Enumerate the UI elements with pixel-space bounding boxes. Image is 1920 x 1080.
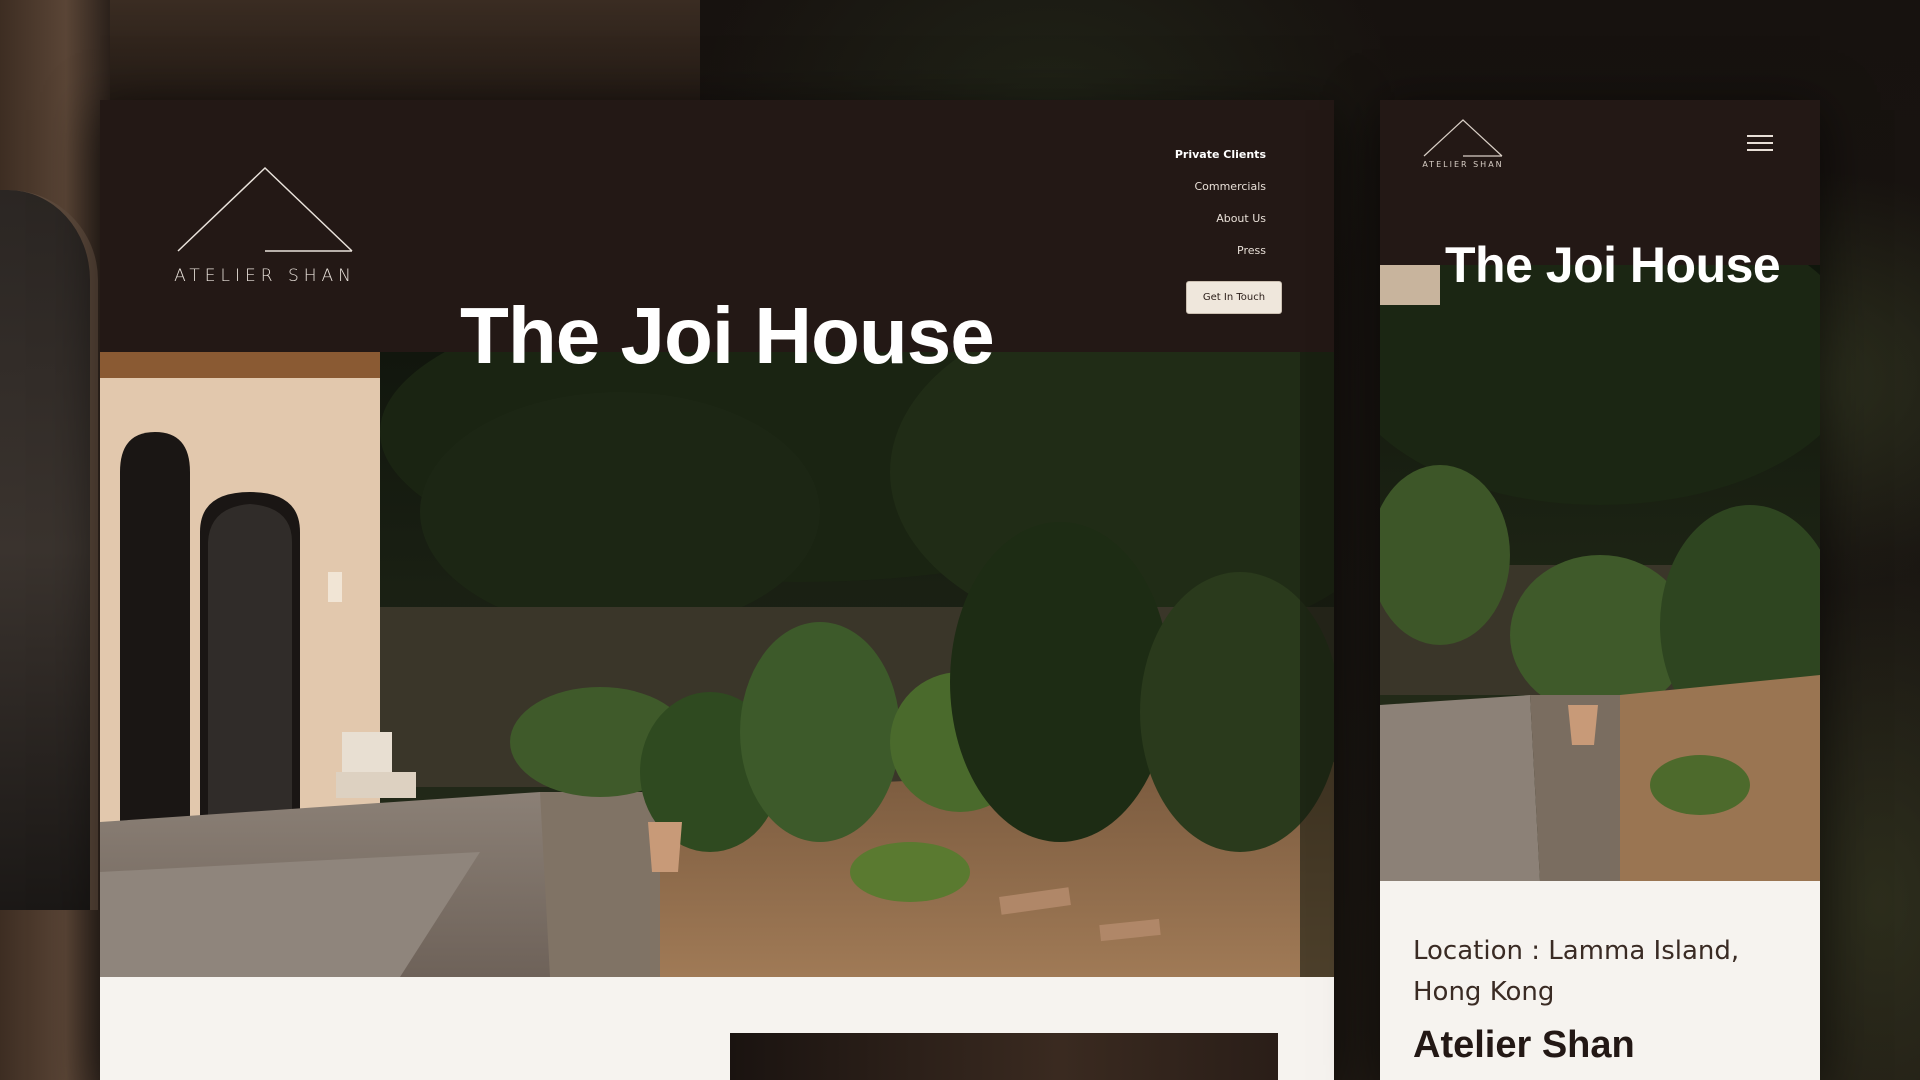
page-title: The Joi House bbox=[460, 291, 995, 380]
nav-item-press[interactable]: Press bbox=[1175, 244, 1266, 257]
content-image bbox=[730, 1033, 1278, 1080]
nav-item-about-us[interactable]: About Us bbox=[1175, 212, 1266, 225]
hamburger-menu-icon[interactable] bbox=[1747, 135, 1773, 155]
mobile-mockup: ATELIER SHAN The Joi House Location : La… bbox=[1380, 100, 1820, 1080]
nav-item-commercials[interactable]: Commercials bbox=[1175, 180, 1266, 193]
get-in-touch-button[interactable]: Get In Touch bbox=[1186, 281, 1282, 314]
logo-triangle-icon bbox=[177, 166, 353, 252]
site-logo[interactable]: ATELIER SHAN bbox=[170, 166, 360, 296]
nav-item-private-clients[interactable]: Private Clients bbox=[1175, 148, 1266, 161]
logo-text: ATELIER SHAN bbox=[174, 266, 356, 286]
background-arched-door bbox=[0, 190, 98, 910]
main-nav: Private Clients Commercials About Us Pre… bbox=[1175, 148, 1266, 276]
hero-photo bbox=[100, 352, 1334, 977]
garden-illustration bbox=[100, 352, 1334, 977]
content-section bbox=[100, 977, 1334, 1080]
project-info: Location : Lamma Island, Hong Kong Ateli… bbox=[1380, 881, 1820, 1080]
page-title-mobile: The Joi House bbox=[1445, 237, 1781, 293]
logo-text-mobile: ATELIER SHAN bbox=[1422, 160, 1504, 169]
site-logo-mobile[interactable]: ATELIER SHAN bbox=[1420, 118, 1506, 178]
desktop-mockup: ATELIER SHAN Private Clients Commercials… bbox=[100, 100, 1334, 1080]
hero-photo-mobile bbox=[1380, 265, 1820, 881]
garden-illustration-mobile bbox=[1380, 265, 1820, 881]
logo-triangle-icon bbox=[1423, 119, 1503, 157]
section-heading: Atelier Shan bbox=[1413, 1024, 1635, 1066]
location-text: Location : Lamma Island, Hong Kong bbox=[1413, 936, 1740, 1007]
